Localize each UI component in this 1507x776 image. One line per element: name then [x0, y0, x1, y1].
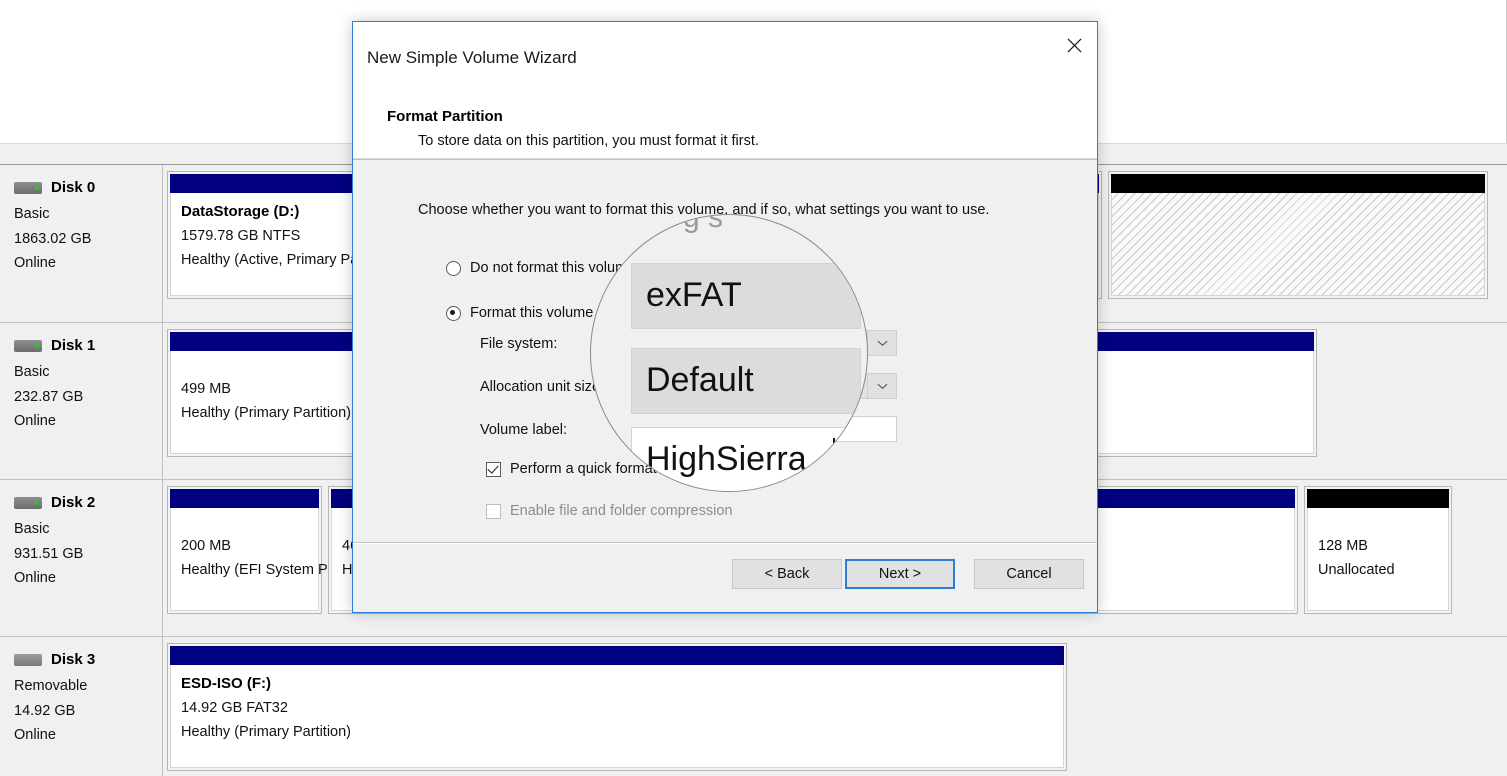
volume-block[interactable]: 200 MB Healthy (EFI System Partition) [167, 486, 376, 614]
close-icon[interactable] [1052, 22, 1097, 68]
disk-status: Online [14, 727, 56, 743]
disk-capacity: 14.92 GB [14, 702, 76, 719]
lens-file-system-value: exFAT [646, 276, 742, 314]
disk-title: Disk 0 [51, 179, 96, 196]
disk-info-1[interactable]: Disk 1 Basic 232.87 GB Online [0, 323, 163, 479]
removable-disk-icon [14, 653, 42, 666]
allocation-unit-label: Allocation unit size: [480, 379, 605, 395]
lens-allocation-unit-value: Default [646, 361, 754, 399]
dialog-title: New Simple Volume Wizard [367, 48, 577, 67]
volume-status: Unallocated [1318, 562, 1395, 578]
enable-compression-label: Enable file and folder compression [510, 503, 733, 519]
volume-color-bar [1307, 489, 1449, 508]
disk-icon [14, 339, 42, 352]
file-system-label: File system: [480, 336, 558, 352]
disk-capacity: 232.87 GB [14, 388, 84, 405]
chevron-down-icon[interactable] [867, 330, 897, 356]
radio-button-icon-selected [446, 305, 461, 321]
volume-body: 200 MB Healthy (EFI System Partition) [170, 508, 376, 611]
disk-volumes-3: ESD-ISO (F:) 14.92 GB FAT32 Healthy (Pri… [163, 637, 1507, 776]
disk-capacity: 1863.02 GB [14, 230, 92, 247]
back-button[interactable]: < Back [732, 559, 842, 589]
radio-button-icon [446, 260, 461, 276]
disk-status: Online [14, 570, 56, 586]
dialog-button-bar: < Back Next > Cancel [353, 544, 1097, 612]
lens-allocation-unit-combobox: Default [631, 348, 861, 414]
volume-label-label: Volume label: [480, 422, 568, 438]
disk-title: Disk 3 [51, 651, 96, 668]
volume-size: 200 MB [181, 538, 231, 554]
volume-block-unallocated[interactable]: 128 MB Unallocated [1304, 486, 1452, 614]
radio-do-not-format[interactable]: Do not format this volume [446, 260, 635, 276]
disk-icon [14, 496, 42, 509]
dialog-header: New Simple Volume Wizard Format Partitio… [353, 22, 1097, 158]
volume-body-unallocated [1111, 193, 1485, 296]
page-heading: Format Partition [387, 108, 503, 125]
volume-color-bar [170, 489, 319, 508]
volume-status: Healthy (Primary Partition) [181, 724, 352, 740]
disk-title: Disk 1 [51, 337, 96, 354]
volume-body: 128 MB Unallocated [1307, 508, 1449, 611]
radio-label: Do not format this volume [470, 260, 636, 276]
volume-size: 14.92 GB FAT32 [181, 700, 288, 716]
disk-icon [14, 181, 42, 194]
volume-title: ESD-ISO (F:) [181, 675, 271, 692]
enable-compression-checkbox: Enable file and folder compression [486, 503, 732, 519]
page-subtext: To store data on this partition, you mus… [418, 133, 759, 149]
volume-size: 128 MB [1318, 538, 1368, 554]
magnifier-lens: g s exFAT Default HighSierra [590, 214, 868, 492]
cancel-button[interactable]: Cancel [974, 559, 1084, 589]
volume-block[interactable]: ESD-ISO (F:) 14.92 GB FAT32 Healthy (Pri… [167, 643, 1067, 771]
disk-type: Basic [14, 206, 50, 222]
volume-block-unallocated[interactable] [1108, 171, 1488, 299]
disk-info-2[interactable]: Disk 2 Basic 931.51 GB Online [0, 480, 163, 636]
lens-file-system-combobox: exFAT [631, 263, 861, 329]
disk-status: Online [14, 413, 56, 429]
disk-capacity: 931.51 GB [14, 545, 84, 562]
disk-type: Basic [14, 364, 50, 380]
disk-type: Removable [14, 678, 88, 694]
chevron-down-icon[interactable] [867, 373, 897, 399]
disk-info-0[interactable]: Disk 0 Basic 1863.02 GB Online [0, 165, 163, 322]
text-caret [833, 438, 835, 480]
checkbox-icon-unchecked [486, 503, 501, 519]
lens-ghost-text: g s [683, 214, 724, 234]
volume-body: ESD-ISO (F:) 14.92 GB FAT32 Healthy (Pri… [170, 665, 1064, 768]
disk-type: Basic [14, 521, 50, 537]
lens-volume-label-input: HighSierra [631, 427, 861, 491]
disk-info-3[interactable]: Disk 3 Removable 14.92 GB Online [0, 637, 163, 776]
volume-color-bar [1111, 174, 1485, 193]
disk-title: Disk 2 [51, 494, 96, 511]
disk-status: Online [14, 255, 56, 271]
lens-volume-label-value: HighSierra [646, 440, 807, 478]
volume-color-bar [170, 646, 1064, 665]
next-button[interactable]: Next > [845, 559, 955, 589]
disk-row-3[interactable]: Disk 3 Removable 14.92 GB Online ESD-ISO… [0, 637, 1507, 776]
volume-status: Healthy (EFI System Partition) [181, 562, 376, 578]
checkbox-icon-checked [486, 461, 501, 477]
